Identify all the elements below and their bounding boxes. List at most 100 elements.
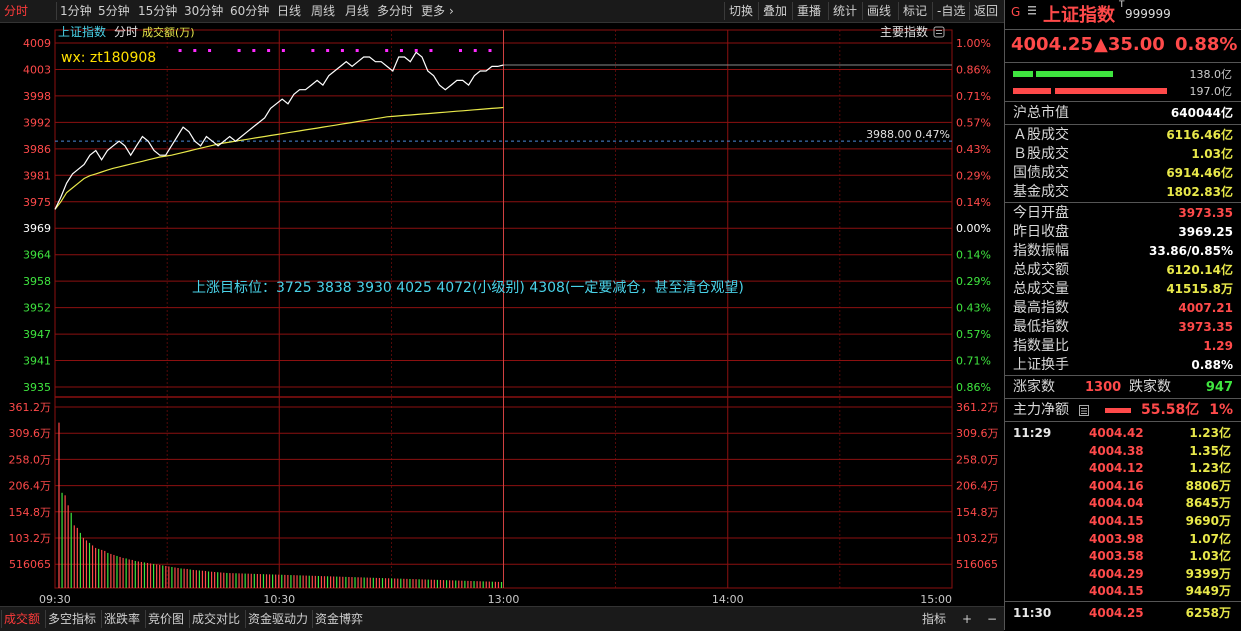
tick-vol: 8645万	[1185, 496, 1231, 511]
quote-panel: G 上证指数 T 999999 4004.25 ▲35.00 0.88% 138…	[1004, 0, 1241, 630]
volume-axis-label-right: 258.0万	[956, 453, 999, 466]
indicator-button[interactable]: 指标	[920, 610, 948, 628]
volume-axis-label-right: 516065	[956, 558, 998, 571]
chart-mode-label: 分时	[114, 25, 138, 39]
last-tick-price: 4004.25	[1089, 606, 1144, 620]
period-tab-10[interactable]: 更多	[421, 3, 445, 19]
stat-row-label: 最低指数	[1013, 319, 1069, 335]
toolbar-action-4[interactable]: 画线	[867, 3, 891, 19]
tick-price: 4004.15	[1089, 514, 1144, 528]
indicator-tab-0[interactable]: 成交额	[2, 610, 42, 628]
indicator-tab-2[interactable]: 涨跌率	[102, 610, 142, 628]
signal-dot	[281, 49, 285, 52]
chart-index-label: 上证指数	[58, 24, 106, 39]
time-axis-label: 15:00	[920, 593, 952, 605]
stat-row: 指数振幅 33.86/0.85%	[1005, 242, 1241, 261]
list-icon[interactable]	[1079, 405, 1089, 416]
stat-row-label: 昨日收盘	[1013, 224, 1069, 240]
zoom-out-button[interactable]: −	[985, 610, 999, 628]
stat-row-value: 6120.14亿	[1166, 263, 1233, 277]
turnover-row-label: Ａ股成交	[1013, 127, 1069, 143]
price-axis-label: 3998	[23, 90, 51, 103]
market-cap-label: 沪总市值	[1013, 105, 1069, 121]
toolbar-action-0[interactable]: 切换	[729, 3, 753, 19]
settings-icon-line	[936, 30, 942, 31]
turnover-row-label: 国债成交	[1013, 165, 1069, 181]
more-chevron-icon[interactable]: ›	[449, 3, 454, 19]
tick-price: 4004.29	[1089, 566, 1144, 581]
market-cap-value: 640044亿	[1170, 106, 1233, 120]
indicator-tabs: 成交额 多空指标 涨跌率 竞价图 成交对比 资金驱动力 资金博弈 指标 + −	[0, 606, 1004, 631]
menu-icon[interactable]	[1027, 4, 1037, 16]
tick-row: 4003.58 1.03亿	[1005, 547, 1241, 565]
indicator-tab-6[interactable]: 资金博弈	[313, 610, 365, 628]
price-axis-label: 4003	[23, 63, 51, 76]
time-axis-label: 10:30	[263, 593, 295, 605]
volume-axis-label-right: 154.8万	[956, 506, 999, 519]
toolbar-action-3[interactable]: 统计	[833, 3, 857, 19]
indicator-tab-5[interactable]: 资金驱动力	[246, 610, 310, 628]
turnover-row-label: Ｂ股成交	[1013, 146, 1069, 162]
tick-vol: 9399万	[1185, 566, 1231, 581]
chart-svg[interactable]: 4009 1.00% 4003 0.86% 3998 0.71% 3992 0.57% 3986…	[0, 23, 1004, 606]
toolbar-action-7[interactable]: 返回	[974, 3, 998, 19]
period-tab-6[interactable]: 日线	[277, 3, 301, 19]
turnover-row-label: 基金成交	[1013, 184, 1069, 200]
signal-dot	[267, 49, 271, 52]
turnover-row: Ａ股成交 6116.46亿	[1005, 126, 1241, 145]
toolbar-action-6[interactable]: -自选	[937, 3, 965, 19]
bar1-value: 138.0亿	[1189, 68, 1233, 81]
time-axis-label: 13:00	[488, 593, 520, 605]
pct-axis-label: 0.57%	[956, 116, 991, 129]
settings-icon[interactable]	[933, 26, 945, 38]
tick-vol: 1.07亿	[1189, 531, 1231, 546]
period-tab-0[interactable]: 分时	[4, 3, 28, 19]
signal-dot	[252, 49, 256, 52]
volume-axis-label: 154.8万	[9, 506, 52, 519]
main-flow-bar	[1105, 408, 1131, 413]
time-axis-label: 14:00	[712, 593, 744, 605]
zoom-in-button[interactable]: +	[960, 610, 974, 628]
signal-dot	[414, 49, 418, 52]
index-title: 上证指数	[1043, 5, 1115, 26]
pct-axis-label: 0.14%	[956, 196, 991, 209]
price-axis-label: 3992	[23, 116, 51, 129]
indicator-tab-3[interactable]: 竞价图	[146, 610, 186, 628]
up-count-value: 1300	[1085, 380, 1122, 395]
period-tab-4[interactable]: 30分钟	[184, 3, 223, 19]
stat-row-value: 4007.21	[1178, 301, 1233, 315]
toolbar-action-2[interactable]: 重播	[797, 3, 821, 19]
pct-axis-label: 0.43%	[956, 302, 991, 315]
period-tab-2[interactable]: 5分钟	[98, 3, 130, 19]
bar1-green-segment	[1013, 71, 1033, 77]
period-tab-9[interactable]: 多分时	[377, 3, 413, 19]
stat-row-label: 上证换手	[1013, 357, 1069, 373]
price-axis-label: 3981	[23, 169, 51, 182]
turnover-row: 基金成交 1802.83亿	[1005, 183, 1241, 202]
toolbar-action-5[interactable]: 标记	[903, 3, 927, 19]
intraday-chart[interactable]: 4009 1.00% 4003 0.86% 3998 0.71% 3992 0.57% 3986…	[0, 23, 1004, 606]
stat-row-value: 3973.35	[1178, 206, 1233, 220]
volume-axis-label: 206.4万	[9, 480, 52, 493]
period-tab-1[interactable]: 1分钟	[60, 3, 92, 19]
pct-axis-label: 0.00%	[956, 222, 991, 235]
indicator-tab-1[interactable]: 多空指标	[46, 610, 98, 628]
signal-dot	[237, 49, 241, 52]
period-tab-5[interactable]: 60分钟	[230, 3, 269, 19]
signal-dot	[385, 49, 389, 52]
group-label[interactable]: G	[1011, 5, 1020, 19]
signal-dot	[399, 49, 403, 52]
stat-row-value: 33.86/0.85%	[1149, 244, 1233, 258]
toolbar-action-1[interactable]: 叠加	[763, 3, 787, 19]
main-flow-row: 主力净额 55.58亿 1%	[1005, 401, 1241, 420]
crosshair-label: 3988.00 0.47%	[866, 128, 950, 141]
indicator-tab-4[interactable]: 成交对比	[190, 610, 242, 628]
stat-row-value: 3969.25	[1178, 225, 1233, 239]
price-axis-label: 3964	[23, 249, 51, 262]
period-tab-3[interactable]: 15分钟	[138, 3, 177, 19]
main-indicator-label[interactable]: 主要指数	[880, 24, 928, 39]
period-tab-8[interactable]: 月线	[345, 3, 369, 19]
stat-row-label: 指数量比	[1013, 338, 1069, 354]
period-tab-7[interactable]: 周线	[311, 3, 335, 19]
tick-vol: 1.23亿	[1189, 426, 1231, 440]
